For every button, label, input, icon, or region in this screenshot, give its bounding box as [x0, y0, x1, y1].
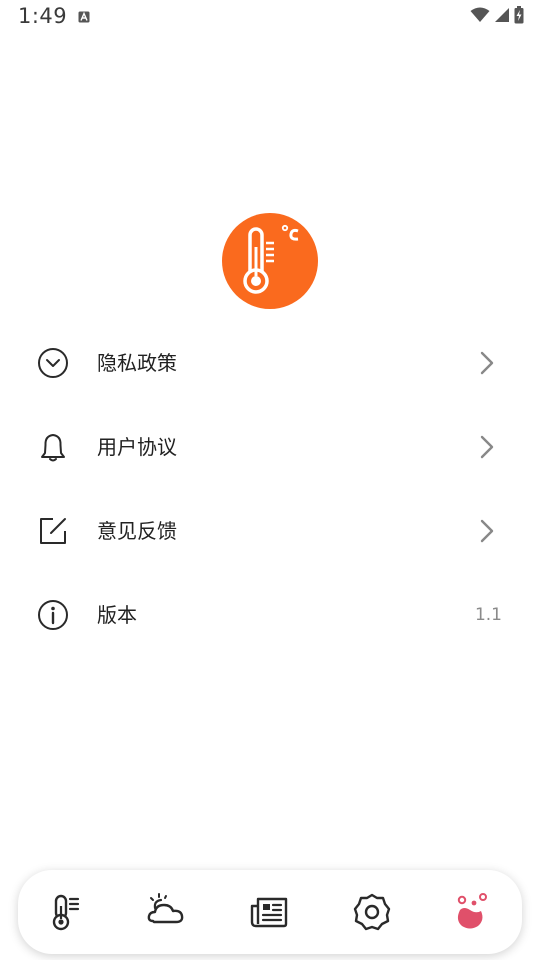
chevron-down-circle-icon	[37, 347, 69, 379]
status-icons	[470, 6, 524, 28]
menu-item-version[interactable]: 版本 1.1	[0, 573, 540, 657]
menu-item-label: 用户协议	[97, 435, 177, 459]
weather-icon	[146, 893, 190, 938]
tab-weather[interactable]	[146, 890, 190, 934]
tab-temperature[interactable]	[44, 890, 88, 934]
menu-item-privacy-policy[interactable]: 隐私政策	[0, 321, 540, 405]
menu-item-user-agreement[interactable]: 用户协议	[0, 405, 540, 489]
settings-menu: 隐私政策 用户协议 意见反馈 版本 1.1	[0, 321, 540, 657]
info-icon	[37, 599, 69, 631]
menu-item-feedback[interactable]: 意见反馈	[0, 489, 540, 573]
thermometer-celsius-icon	[222, 213, 318, 309]
chevron-right-icon	[478, 519, 496, 543]
settings-gear-icon	[350, 893, 394, 938]
wifi-icon	[470, 7, 490, 27]
battery-icon	[514, 6, 524, 28]
a-icon	[78, 8, 90, 23]
tab-discover[interactable]	[450, 890, 494, 934]
signal-icon	[494, 7, 510, 27]
status-bar: 1:49	[0, 0, 540, 34]
bubbles-icon	[450, 893, 494, 938]
thermometer-icon	[44, 894, 88, 938]
version-value: 1.1	[474, 605, 502, 625]
edit-icon	[37, 515, 69, 547]
news-icon	[248, 897, 292, 938]
bottom-tab-bar	[18, 870, 522, 954]
chevron-right-icon	[478, 351, 496, 375]
menu-item-label: 隐私政策	[97, 351, 177, 375]
menu-item-label: 版本	[97, 603, 137, 627]
tab-news[interactable]	[248, 890, 292, 934]
menu-item-label: 意见反馈	[97, 519, 177, 543]
bell-icon	[37, 431, 69, 463]
status-time: 1:49	[18, 4, 68, 28]
tab-settings[interactable]	[350, 890, 394, 934]
chevron-right-icon	[478, 435, 496, 459]
